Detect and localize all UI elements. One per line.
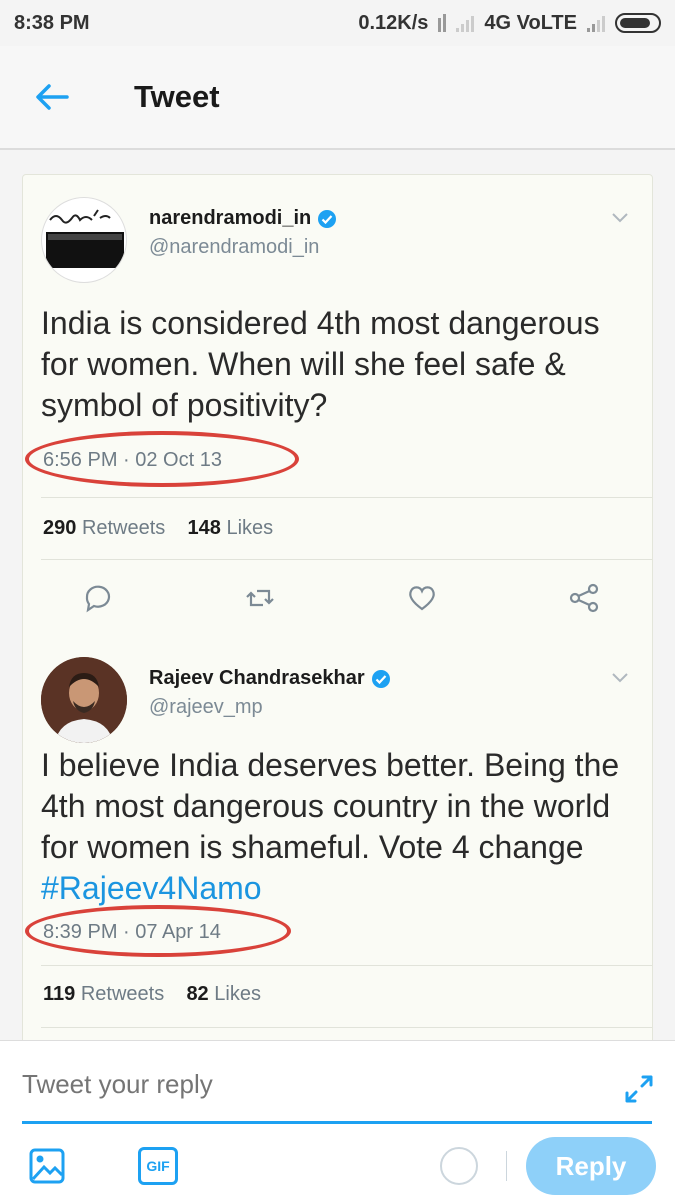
likes-label: Likes: [226, 517, 274, 539]
tweet-stats: 290 Retweets 148 Likes: [43, 517, 273, 540]
divider: [41, 965, 652, 966]
heart-icon: [409, 586, 435, 611]
tweet-text: India is considered 4th most dangerous f…: [41, 305, 600, 423]
signal-icon: [587, 14, 605, 32]
data-arrows-icon: [438, 14, 447, 32]
like-count: 148: [187, 517, 221, 539]
like-count: 82: [186, 983, 209, 1005]
back-button[interactable]: [22, 67, 82, 127]
tweet-actions: [81, 581, 601, 615]
tweet-text: I believe India deserves better. Being t…: [41, 745, 641, 909]
page-title: Tweet: [134, 79, 220, 114]
red-circle-annotation: [25, 905, 291, 957]
user-handle: @rajeev_mp: [149, 696, 263, 718]
tweet-screenshot-image: narendramodi_in @narendramodi_in India i…: [22, 174, 653, 1074]
image-icon[interactable]: [28, 1147, 66, 1185]
reply-icon: [85, 585, 111, 613]
red-circle-annotation: [25, 431, 299, 487]
network-type: 4G VoLTE: [484, 11, 577, 34]
network-speed: 0.12K/s: [358, 11, 429, 34]
app-header: Tweet: [0, 46, 675, 150]
tweet-stats: 119 Retweets 82 Likes: [43, 983, 261, 1006]
expand-icon[interactable]: [623, 1073, 655, 1105]
divider: [41, 497, 652, 498]
character-counter: [440, 1147, 478, 1185]
verified-badge-icon: [371, 669, 390, 688]
divider: [506, 1151, 507, 1181]
signal-icon: [456, 14, 475, 32]
back-arrow-icon: [36, 84, 69, 110]
retweet-count: 119: [43, 983, 76, 1005]
retweet-count: 290: [43, 517, 77, 539]
reply-button[interactable]: Reply: [526, 1137, 656, 1195]
status-bar: 8:38 PM 0.12K/s 4G VoLTE: [0, 0, 675, 46]
user-handle: @narendramodi_in: [149, 236, 320, 258]
likes-label: Likes: [214, 983, 261, 1005]
chevron-down-icon[interactable]: [608, 665, 632, 689]
battery-icon: [615, 13, 661, 33]
hashtag-link[interactable]: #Rajeev4Namo: [41, 870, 262, 906]
tweet-text-main: I believe India deserves better. Being t…: [41, 747, 620, 865]
avatar: [41, 197, 127, 283]
avatar: [41, 657, 127, 743]
tweet-author: Rajeev Chandrasekhar @rajeev_mp: [149, 667, 391, 719]
divider: [41, 559, 652, 560]
status-time: 8:38 PM: [14, 11, 90, 34]
input-underline: [22, 1121, 652, 1124]
tweet-author: narendramodi_in @narendramodi_in: [149, 207, 337, 259]
share-icon: [569, 583, 599, 613]
divider: [41, 1027, 652, 1028]
display-name: narendramodi_in: [149, 207, 312, 229]
retweet-icon: [246, 589, 274, 607]
gif-button[interactable]: GIF: [138, 1147, 178, 1185]
display-name: Rajeev Chandrasekhar: [149, 667, 365, 689]
reply-composer: GIF Reply: [0, 1040, 675, 1200]
reply-input[interactable]: [22, 1069, 582, 1100]
chevron-down-icon[interactable]: [608, 205, 632, 229]
retweets-label: Retweets: [81, 517, 166, 539]
verified-badge-icon: [318, 209, 337, 228]
profile-photo-icon: [41, 657, 127, 743]
retweets-label: Retweets: [80, 983, 165, 1005]
logo-icon: [46, 209, 124, 268]
